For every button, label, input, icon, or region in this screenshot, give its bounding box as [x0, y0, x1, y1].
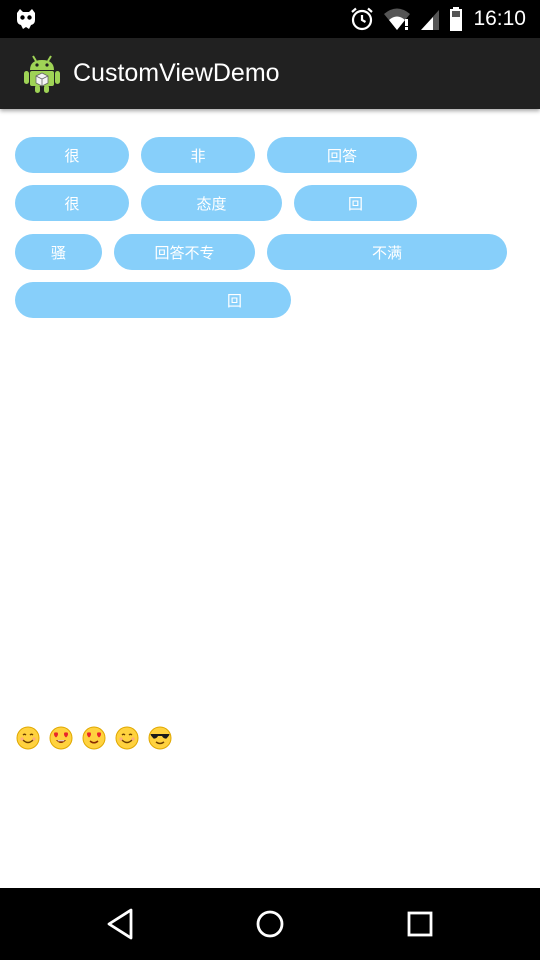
action-bar: CustomViewDemo — [0, 38, 540, 109]
wifi-icon — [383, 7, 411, 31]
status-bar: 16:10 — [0, 0, 540, 38]
status-clock: 16:10 — [473, 7, 526, 30]
home-icon[interactable] — [252, 906, 288, 946]
debug-icon — [14, 7, 38, 35]
smile-emoji[interactable] — [16, 726, 40, 750]
back-icon[interactable] — [104, 906, 136, 946]
tag-item[interactable]: 回答 — [267, 137, 417, 173]
tag-item[interactable]: 很 — [15, 185, 129, 221]
android-app-icon — [22, 52, 62, 98]
emoji-row — [16, 726, 181, 750]
app-screen: 16:10 CustomViewDemo 很 非 回答 很 态度 回 骚 回答不… — [0, 0, 540, 960]
tag-item[interactable]: 不满 — [267, 234, 507, 270]
app-title: CustomViewDemo — [73, 59, 280, 87]
sunglasses-emoji[interactable] — [148, 726, 172, 750]
tag-item[interactable]: 很 — [15, 137, 129, 173]
heart-eyes-emoji[interactable] — [49, 726, 73, 750]
smile-emoji[interactable] — [115, 726, 139, 750]
heart-eyes-emoji[interactable] — [82, 726, 106, 750]
recents-icon[interactable] — [404, 906, 436, 946]
tag-item[interactable]: 骚 — [15, 234, 102, 270]
battery-icon — [449, 6, 463, 32]
tag-item[interactable]: 非 — [141, 137, 255, 173]
navigation-bar — [0, 888, 540, 960]
tag-item[interactable]: 态度 — [141, 185, 282, 221]
alarm-icon — [349, 6, 375, 32]
signal-icon — [419, 7, 441, 31]
tag-item[interactable]: 回 — [294, 185, 417, 221]
tag-item[interactable]: 回答不专 — [114, 234, 255, 270]
tag-item[interactable]: 回 — [15, 282, 291, 318]
